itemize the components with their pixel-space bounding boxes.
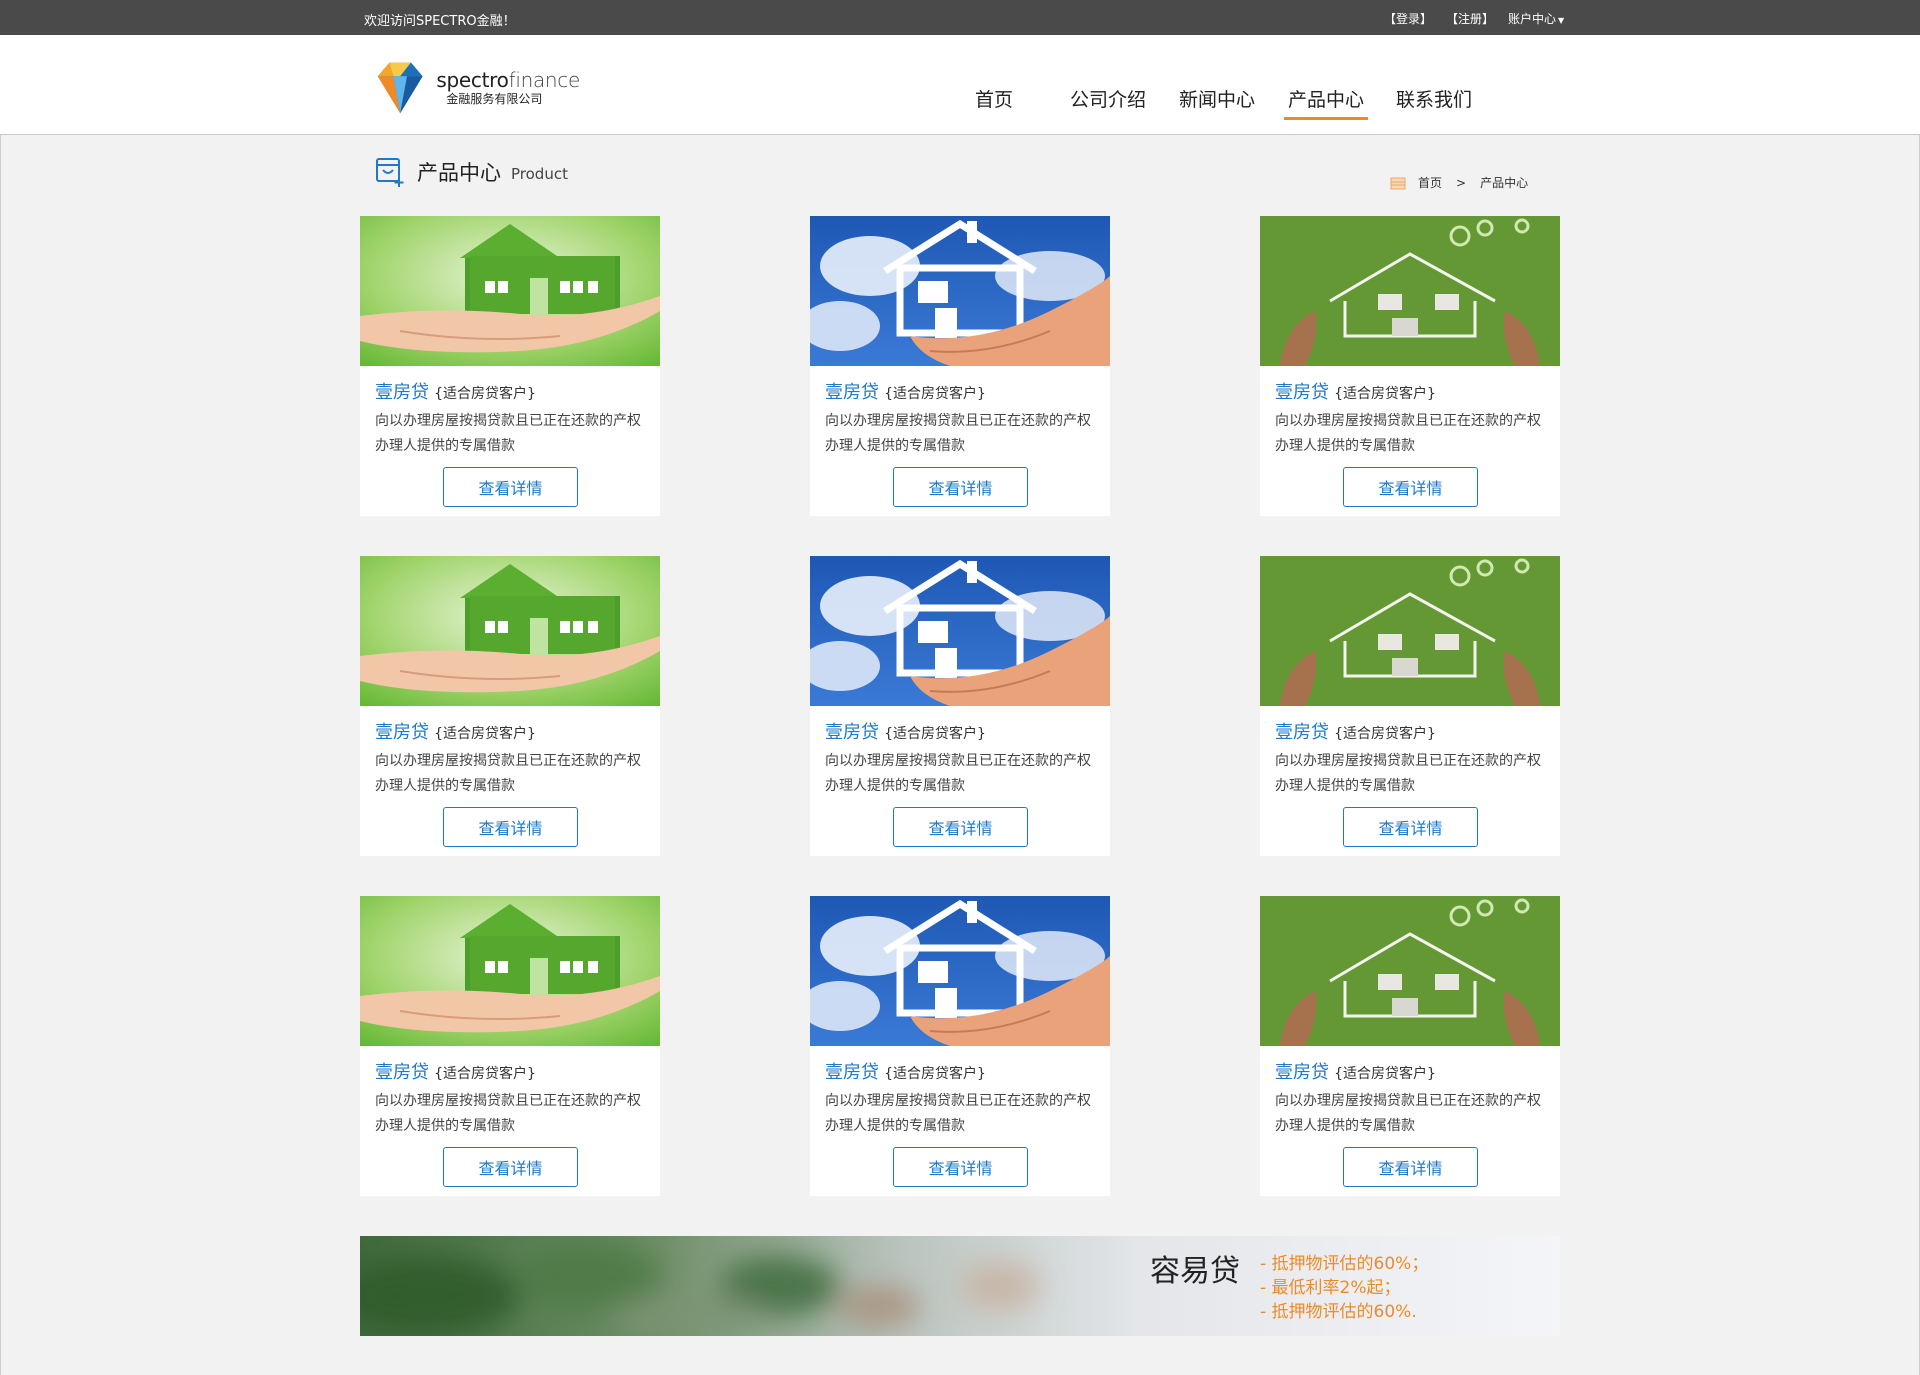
product-card: 壹房贷 {适合房贷客户} 向以办理房屋按揭贷款且已正在还款的产权办理人提供的专属借… <box>810 896 1110 1196</box>
product-image[interactable] <box>1260 216 1560 366</box>
caret-down-icon: ▼ <box>1558 16 1565 25</box>
view-details-button[interactable]: 查看详情 <box>443 1147 578 1187</box>
breadcrumb: 首页 > 产品中心 <box>1390 174 1528 191</box>
breadcrumb-home[interactable]: 首页 <box>1418 174 1442 191</box>
welcome-text: 欢迎访问SPECTRO金融！ <box>364 14 516 29</box>
banner-point: 抵押物评估的60%. <box>1260 1300 1428 1324</box>
product-title: 壹房贷 {适合房贷客户} <box>375 1058 536 1084</box>
product-tag: {适合房贷客户} <box>884 1066 986 1082</box>
product-image[interactable] <box>810 896 1110 1046</box>
product-tag: {适合房贷客户} <box>434 1066 536 1082</box>
view-details-button[interactable]: 查看详情 <box>893 1147 1028 1187</box>
product-title: 壹房贷 {适合房贷客户} <box>825 378 986 404</box>
product-name[interactable]: 壹房贷 <box>825 382 879 403</box>
product-name[interactable]: 壹房贷 <box>1275 1062 1329 1083</box>
product-image[interactable] <box>360 896 660 1046</box>
product-description: 向以办理房屋按揭贷款且已正在还款的产权办理人提供的专属借款 <box>375 413 641 454</box>
product-basket-icon <box>376 158 404 187</box>
product-title: 壹房贷 {适合房贷客户} <box>825 718 986 744</box>
nav-item-products[interactable]: 产品中心 <box>1283 85 1369 120</box>
product-title: 壹房贷 {适合房贷客户} <box>375 378 536 404</box>
view-details-button[interactable]: 查看详情 <box>1343 1147 1478 1187</box>
product-name[interactable]: 壹房贷 <box>1275 722 1329 743</box>
nav-item-contact[interactable]: 联系我们 <box>1396 85 1472 112</box>
breadcrumb-separator: > <box>1456 175 1467 190</box>
product-image[interactable] <box>1260 556 1560 706</box>
section-header: 产品中心 Product <box>375 156 568 188</box>
product-tag: {适合房贷客户} <box>1334 726 1436 742</box>
product-card: 壹房贷 {适合房贷客户} 向以办理房屋按揭贷款且已正在还款的产权办理人提供的专属借… <box>810 216 1110 516</box>
product-card: 壹房贷 {适合房贷客户} 向以办理房屋按揭贷款且已正在还款的产权办理人提供的专属借… <box>1260 216 1560 516</box>
product-name[interactable]: 壹房贷 <box>1275 382 1329 403</box>
product-image[interactable] <box>360 556 660 706</box>
register-link[interactable]: 【注册】 <box>1446 10 1494 27</box>
product-card: 壹房贷 {适合房贷客户} 向以办理房屋按揭贷款且已正在还款的产权办理人提供的专属借… <box>360 216 660 516</box>
product-name[interactable]: 壹房贷 <box>375 1062 429 1083</box>
product-description: 向以办理房屋按揭贷款且已正在还款的产权办理人提供的专属借款 <box>825 1093 1091 1134</box>
product-card: 壹房贷 {适合房贷客户} 向以办理房屋按揭贷款且已正在还款的产权办理人提供的专属借… <box>360 896 660 1196</box>
product-image[interactable] <box>360 216 660 366</box>
banner-points: 抵押物评估的60%； 最低利率2%起； 抵押物评估的60%. <box>1260 1252 1429 1324</box>
product-description: 向以办理房屋按揭贷款且已正在还款的产权办理人提供的专属借款 <box>375 753 641 794</box>
product-description: 向以办理房屋按揭贷款且已正在还款的产权办理人提供的专属借款 <box>1275 1093 1541 1134</box>
product-description: 向以办理房屋按揭贷款且已正在还款的产权办理人提供的专属借款 <box>1275 753 1541 794</box>
section-subtitle: Product <box>511 164 568 183</box>
account-center-label: 账户中心 <box>1508 12 1557 26</box>
banner-title: 容易贷 <box>1150 1254 1240 1289</box>
banner-point: 最低利率2%起； <box>1260 1276 1428 1300</box>
breadcrumb-home-icon <box>1390 177 1406 189</box>
view-details-button[interactable]: 查看详情 <box>1343 467 1478 507</box>
product-card: 壹房贷 {适合房贷客户} 向以办理房屋按揭贷款且已正在还款的产权办理人提供的专属借… <box>1260 556 1560 856</box>
site-logo[interactable]: spectrofinance 金融服务有限公司 <box>370 55 580 119</box>
view-details-button[interactable]: 查看详情 <box>893 467 1028 507</box>
product-name[interactable]: 壹房贷 <box>825 1062 879 1083</box>
top-bar: 欢迎访问SPECTRO金融！ 【登录】 【注册】 账户中心 ▼ <box>0 0 1920 35</box>
product-card: 壹房贷 {适合房贷客户} 向以办理房屋按揭贷款且已正在还款的产权办理人提供的专属借… <box>360 556 660 856</box>
product-description: 向以办理房屋按揭贷款且已正在还款的产权办理人提供的专属借款 <box>825 753 1091 794</box>
product-name[interactable]: 壹房贷 <box>375 722 429 743</box>
nav-item-about[interactable]: 公司介绍 <box>1070 85 1146 112</box>
logo-name-finance: finance <box>508 67 581 92</box>
product-tag: {适合房贷客户} <box>884 386 986 402</box>
product-description: 向以办理房屋按揭贷款且已正在还款的产权办理人提供的专属借款 <box>375 1093 641 1134</box>
logo-subtitle: 金融服务有限公司 <box>446 91 543 106</box>
product-title: 壹房贷 {适合房贷客户} <box>825 1058 986 1084</box>
product-tag: {适合房贷客户} <box>1334 386 1436 402</box>
product-image[interactable] <box>810 216 1110 366</box>
product-image[interactable] <box>1260 896 1560 1046</box>
section-title: 产品中心 <box>417 161 501 185</box>
view-details-button[interactable]: 查看详情 <box>1343 807 1478 847</box>
product-title: 壹房贷 {适合房贷客户} <box>375 718 536 744</box>
view-details-button[interactable]: 查看详情 <box>443 467 578 507</box>
product-name[interactable]: 壹房贷 <box>825 722 879 743</box>
product-title: 壹房贷 {适合房贷客户} <box>1275 1058 1436 1084</box>
login-link[interactable]: 【登录】 <box>1384 10 1432 27</box>
view-details-button[interactable]: 查看详情 <box>443 807 578 847</box>
logo-name-spectro: spectro <box>436 67 509 92</box>
banner-point: 抵押物评估的60%； <box>1260 1252 1429 1276</box>
account-links: 【登录】 【注册】 账户中心 ▼ <box>1384 10 1564 27</box>
product-card: 壹房贷 {适合房贷客户} 向以办理房屋按揭贷款且已正在还款的产权办理人提供的专属借… <box>1260 896 1560 1196</box>
product-tag: {适合房贷客户} <box>884 726 986 742</box>
diamond-logo-icon <box>377 62 423 114</box>
product-tag: {适合房贷客户} <box>1334 1066 1436 1082</box>
nav-item-news[interactable]: 新闻中心 <box>1179 85 1255 112</box>
product-image[interactable] <box>810 556 1110 706</box>
product-tag: {适合房贷客户} <box>434 726 536 742</box>
nav-item-home[interactable]: 首页 <box>975 85 1013 112</box>
account-center-link[interactable]: 账户中心 ▼ <box>1508 10 1564 27</box>
product-tag: {适合房贷客户} <box>434 386 536 402</box>
view-details-button[interactable]: 查看详情 <box>893 807 1028 847</box>
product-name[interactable]: 壹房贷 <box>375 382 429 403</box>
product-description: 向以办理房屋按揭贷款且已正在还款的产权办理人提供的专属借款 <box>1275 413 1541 454</box>
product-description: 向以办理房屋按揭贷款且已正在还款的产权办理人提供的专属借款 <box>825 413 1091 454</box>
site-header: spectrofinance 金融服务有限公司 首页 公司介绍 新闻中心 产品中… <box>0 35 1920 135</box>
promo-banner[interactable]: 容易贷 抵押物评估的60%； 最低利率2%起； 抵押物评估的60%. <box>360 1236 1560 1336</box>
product-card: 壹房贷 {适合房贷客户} 向以办理房屋按揭贷款且已正在还款的产权办理人提供的专属借… <box>810 556 1110 856</box>
breadcrumb-current: 产品中心 <box>1480 176 1529 190</box>
product-title: 壹房贷 {适合房贷客户} <box>1275 378 1436 404</box>
product-title: 壹房贷 {适合房贷客户} <box>1275 718 1436 744</box>
